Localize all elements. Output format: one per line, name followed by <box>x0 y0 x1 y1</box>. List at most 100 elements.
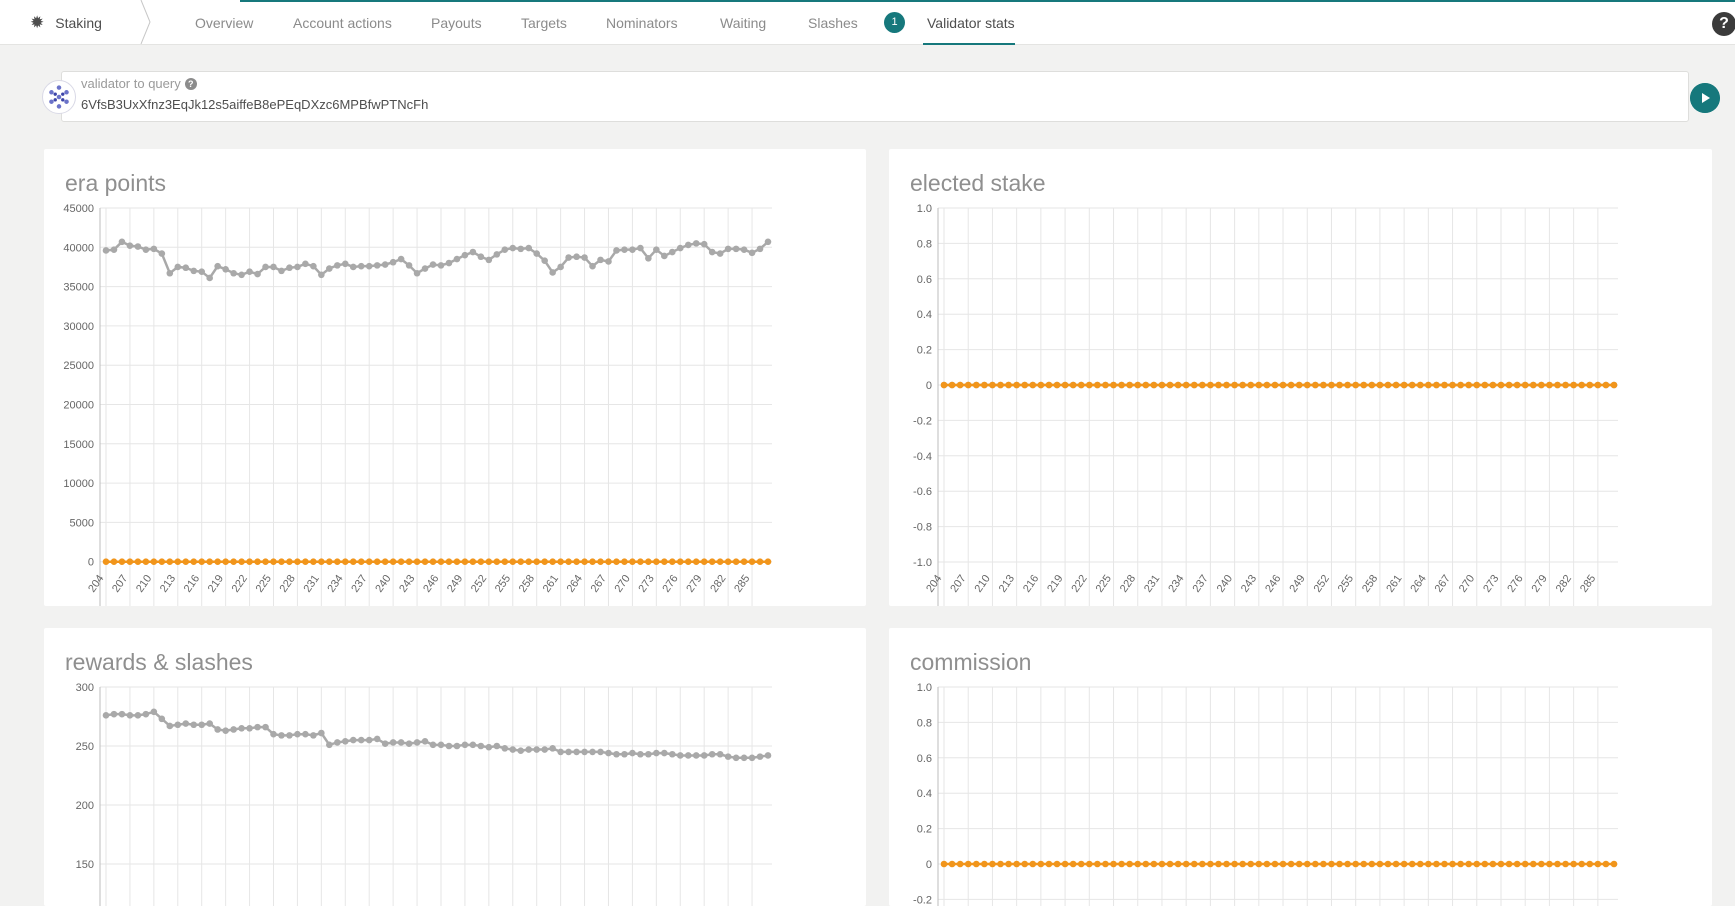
data-point <box>748 754 756 762</box>
tab-payouts[interactable]: Payouts <box>431 15 482 31</box>
data-point <box>1150 381 1158 389</box>
data-point <box>509 244 517 252</box>
data-point <box>1166 381 1174 389</box>
data-point <box>150 558 158 565</box>
data-point <box>302 260 309 268</box>
y-tick-label: 45000 <box>63 203 94 215</box>
y-tick-label: -0.4 <box>913 451 932 463</box>
x-tick-label: 237 <box>349 573 369 595</box>
data-point <box>533 250 540 257</box>
y-tick-label: 0 <box>926 380 932 392</box>
data-point <box>1546 381 1553 389</box>
data-point <box>1320 381 1327 389</box>
data-point <box>453 255 461 263</box>
data-point <box>182 558 190 565</box>
x-tick-label: 282 <box>1554 573 1574 595</box>
data-point <box>525 746 533 753</box>
tab-validator-stats[interactable]: Validator stats <box>927 15 1015 31</box>
data-point <box>756 753 764 760</box>
tab-waiting[interactable]: Waiting <box>720 15 766 31</box>
y-tick-label: 35000 <box>63 282 94 294</box>
data-point <box>1255 860 1263 868</box>
commission-chart: commission 1.0 0.8 0.6 0.4 0.2 0 -0.2 <box>889 628 1712 906</box>
data-point <box>206 274 213 282</box>
data-point <box>756 245 764 253</box>
data-point <box>1344 381 1351 389</box>
data-point <box>517 747 525 755</box>
data-point <box>1368 860 1376 868</box>
data-point <box>661 749 668 757</box>
data-point <box>1352 381 1359 389</box>
data-point <box>373 735 381 743</box>
data-point <box>310 732 317 739</box>
series-line <box>105 710 769 760</box>
data-point <box>1223 381 1230 389</box>
data-point <box>1481 381 1489 389</box>
data-point <box>118 238 126 246</box>
staking-menu[interactable]: ✹ Staking <box>30 13 102 33</box>
data-point <box>565 748 572 756</box>
y-tick-label: 0.2 <box>917 345 932 357</box>
data-point <box>716 558 724 565</box>
data-point <box>158 250 166 257</box>
x-tick-label: 222 <box>1069 573 1089 595</box>
x-tick-label: 243 <box>397 573 417 595</box>
tab-overview[interactable]: Overview <box>195 15 253 31</box>
data-point <box>469 741 477 749</box>
data-point <box>365 262 373 270</box>
data-point <box>1481 860 1489 868</box>
data-point <box>1207 860 1214 868</box>
y-tick-label: 20000 <box>63 400 94 412</box>
data-point <box>1247 381 1255 389</box>
x-tick-label: 249 <box>445 573 465 595</box>
data-point <box>166 558 174 565</box>
data-point <box>1465 860 1472 868</box>
data-point <box>1513 860 1521 868</box>
y-tick-label: 30000 <box>63 321 94 333</box>
data-point <box>1279 381 1287 389</box>
data-point <box>1360 860 1368 868</box>
validator-address-value[interactable]: 6VfsB3UxXfnz3EqJk12s5aiffeB8ePEqDXzc6MPB… <box>81 97 428 112</box>
data-point <box>613 247 620 254</box>
x-tick-label: 270 <box>1457 573 1477 595</box>
tab-slashes[interactable]: Slashes <box>808 15 858 31</box>
data-point <box>1416 860 1424 868</box>
data-point <box>334 739 341 746</box>
data-point <box>1570 381 1577 389</box>
x-tick-label: 273 <box>1481 573 1501 595</box>
data-point <box>421 265 429 272</box>
query-run-button[interactable] <box>1690 83 1720 113</box>
x-tick-label: 231 <box>301 573 321 595</box>
data-point <box>573 253 580 261</box>
data-point <box>246 558 253 565</box>
tab-targets[interactable]: Targets <box>521 15 567 31</box>
tab-account-actions[interactable]: Account actions <box>293 15 392 31</box>
tab-nominators[interactable]: Nominators <box>606 15 678 31</box>
y-tick-label: 0.2 <box>917 824 932 836</box>
data-point <box>102 247 110 254</box>
x-tick-label: 267 <box>1433 573 1453 595</box>
data-point <box>349 558 357 565</box>
data-point <box>1546 860 1553 868</box>
data-point <box>1384 381 1392 389</box>
data-point <box>381 558 389 565</box>
x-tick-label: 261 <box>541 573 561 595</box>
data-point <box>1094 860 1101 868</box>
data-point <box>1102 381 1109 389</box>
data-point <box>477 253 485 261</box>
data-point <box>174 721 182 729</box>
data-point <box>270 730 277 738</box>
info-icon[interactable]: ? <box>184 77 197 90</box>
grid <box>938 686 1618 906</box>
data-point <box>493 251 501 258</box>
x-tick-label: 207 <box>110 573 130 595</box>
data-point <box>166 269 174 277</box>
data-point <box>1158 860 1166 868</box>
data-point <box>700 752 708 759</box>
data-point <box>349 263 357 271</box>
data-point <box>724 753 732 760</box>
data-point <box>1594 381 1602 389</box>
data-point <box>150 245 158 253</box>
data-point <box>549 269 556 276</box>
help-icon[interactable]: ? <box>1712 12 1735 36</box>
